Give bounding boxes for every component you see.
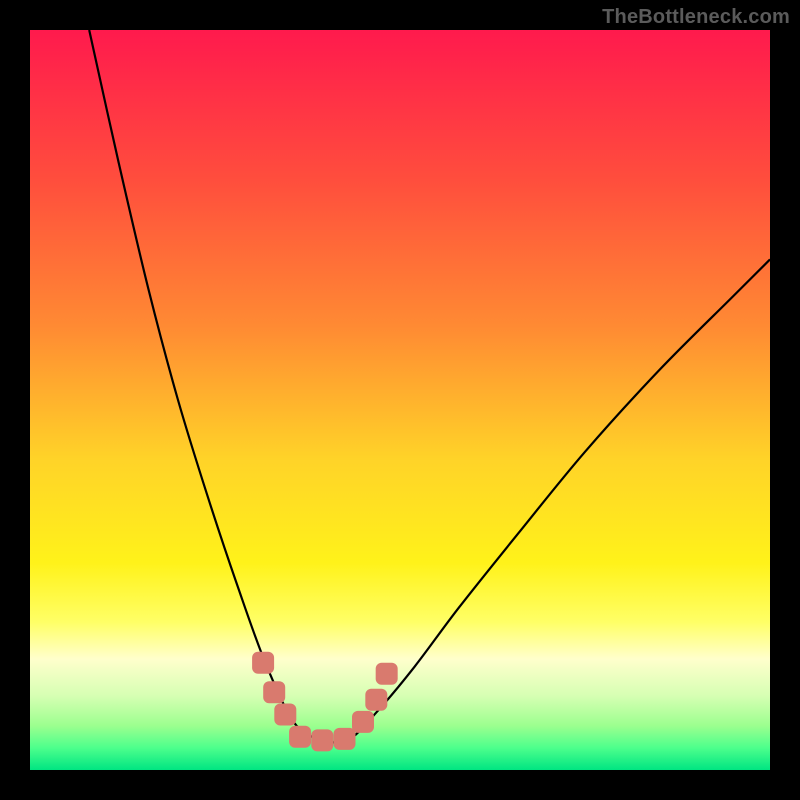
- trough-marker: [274, 704, 296, 726]
- trough-marker: [334, 728, 356, 750]
- trough-marker: [352, 711, 374, 733]
- trough-marker: [311, 729, 333, 751]
- watermark-text: TheBottleneck.com: [602, 6, 790, 29]
- chart-background: [30, 30, 770, 770]
- chart-plot: [30, 30, 770, 770]
- trough-marker: [252, 652, 274, 674]
- chart-frame: TheBottleneck.com: [0, 0, 800, 800]
- trough-marker: [376, 663, 398, 685]
- trough-marker: [263, 681, 285, 703]
- trough-marker: [289, 726, 311, 748]
- trough-marker: [365, 689, 387, 711]
